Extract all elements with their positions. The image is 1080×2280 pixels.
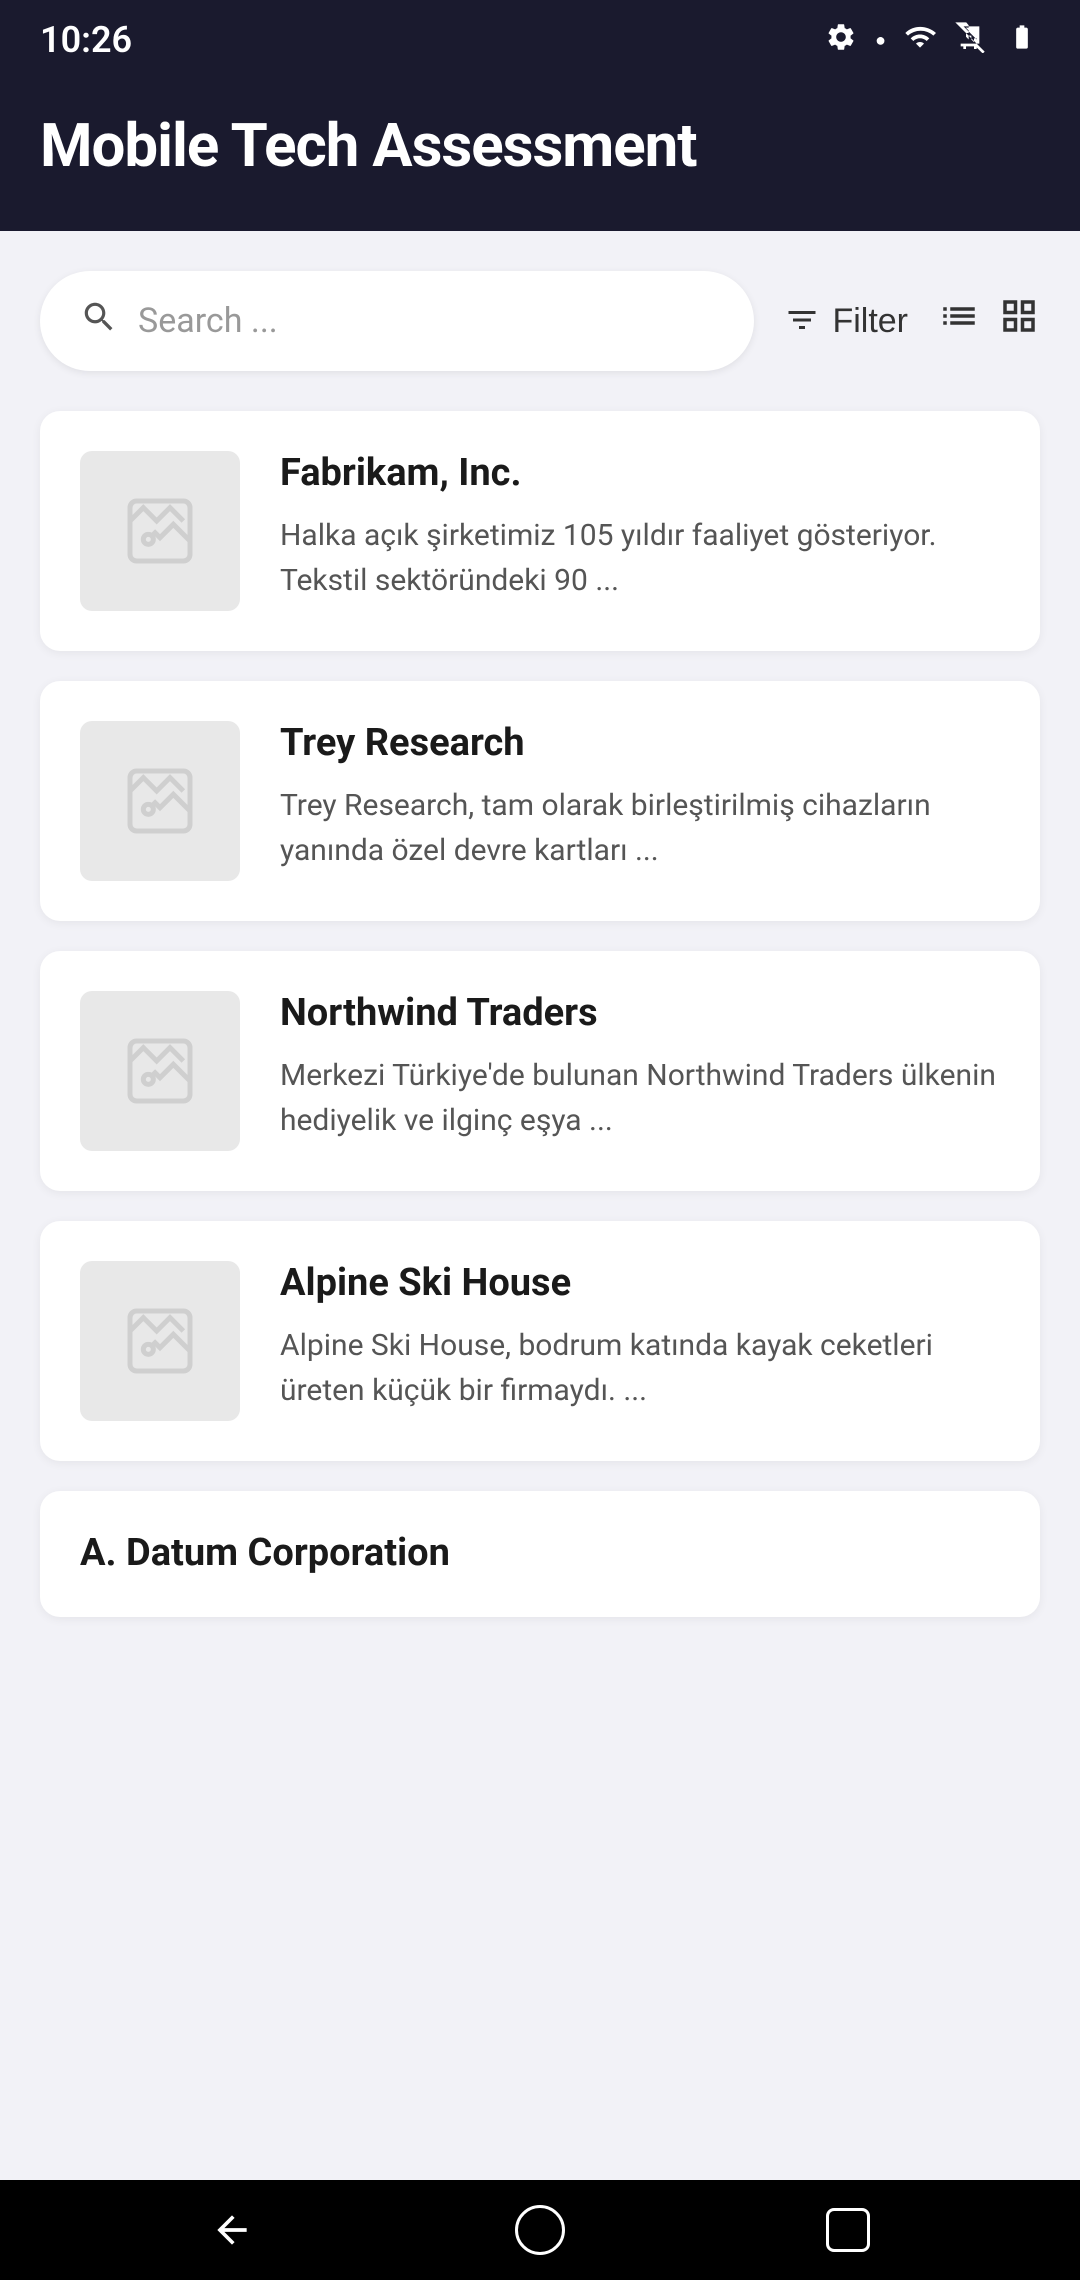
- card-title: Fabrikam, Inc.: [280, 451, 1000, 497]
- card-image-fabrikam: [80, 451, 240, 611]
- card-description: Trey Research, tam olarak birleştirilmiş…: [280, 783, 1000, 873]
- filter-icon: [784, 302, 820, 341]
- wifi-icon: [904, 21, 936, 60]
- search-icon: [80, 298, 118, 345]
- card-content-trey: Trey Research Trey Research, tam olarak …: [280, 721, 1000, 873]
- card-description: Alpine Ski House, bodrum katında kayak c…: [280, 1323, 1000, 1413]
- card-title: Trey Research: [280, 721, 1000, 767]
- status-bar: 10:26 ●: [0, 0, 1080, 80]
- search-input[interactable]: Search ...: [138, 301, 714, 341]
- back-button[interactable]: [200, 2198, 264, 2262]
- battery-icon: [1004, 23, 1040, 58]
- nav-bar: [0, 2180, 1080, 2280]
- home-circle-icon: [515, 2205, 565, 2255]
- cards-container: Fabrikam, Inc. Halka açık şirketimiz 105…: [0, 401, 1080, 2180]
- filter-button[interactable]: Filter: [784, 292, 908, 351]
- home-button[interactable]: [505, 2195, 575, 2265]
- search-box[interactable]: Search ...: [40, 271, 754, 371]
- recents-button[interactable]: [816, 2198, 880, 2262]
- card-image-northwind: [80, 991, 240, 1151]
- card-content-northwind: Northwind Traders Merkezi Türkiye'de bul…: [280, 991, 1000, 1143]
- card-title: Alpine Ski House: [280, 1261, 1000, 1307]
- app-header: Mobile Tech Assessment: [0, 80, 1080, 231]
- app-title: Mobile Tech Assessment: [40, 110, 1040, 181]
- recents-square-icon: [826, 2208, 870, 2252]
- grid-view-icon[interactable]: [998, 295, 1040, 347]
- filter-label: Filter: [832, 302, 908, 341]
- list-item[interactable]: Trey Research Trey Research, tam olarak …: [40, 681, 1040, 921]
- card-title: A. Datum Corporation: [80, 1531, 1000, 1577]
- card-title: Northwind Traders: [280, 991, 1000, 1037]
- list-item[interactable]: Fabrikam, Inc. Halka açık şirketimiz 105…: [40, 411, 1040, 651]
- card-description: Merkezi Türkiye'de bulunan Northwind Tra…: [280, 1053, 1000, 1143]
- card-image-alpine: [80, 1261, 240, 1421]
- notification-dot-icon: ●: [875, 30, 886, 51]
- list-item[interactable]: A. Datum Corporation: [40, 1491, 1040, 1617]
- signal-icon: [954, 21, 986, 60]
- status-icons: ●: [825, 21, 1040, 60]
- view-toggle: [938, 295, 1040, 347]
- status-time: 10:26: [40, 19, 132, 61]
- list-view-icon[interactable]: [938, 295, 980, 347]
- card-content-adatum: A. Datum Corporation: [80, 1531, 1000, 1577]
- card-description: Halka açık şirketimiz 105 yıldır faaliye…: [280, 513, 1000, 603]
- settings-icon: [825, 21, 857, 60]
- list-item[interactable]: Alpine Ski House Alpine Ski House, bodru…: [40, 1221, 1040, 1461]
- card-content-alpine: Alpine Ski House Alpine Ski House, bodru…: [280, 1261, 1000, 1413]
- list-item[interactable]: Northwind Traders Merkezi Türkiye'de bul…: [40, 951, 1040, 1191]
- card-content-fabrikam: Fabrikam, Inc. Halka açık şirketimiz 105…: [280, 451, 1000, 603]
- search-filter-bar: Search ... Filter: [0, 231, 1080, 401]
- card-image-trey: [80, 721, 240, 881]
